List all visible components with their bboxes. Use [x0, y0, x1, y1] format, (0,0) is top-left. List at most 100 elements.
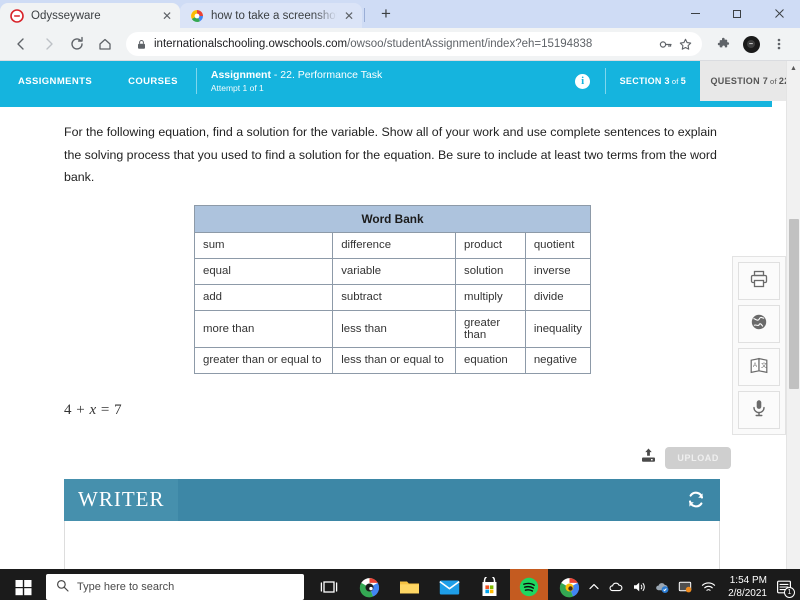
dictionary-icon: A 文: [749, 355, 769, 380]
question-prompt: For the following equation, find a solut…: [64, 125, 717, 185]
table-row: add subtract multiply divide: [193, 283, 592, 311]
windows-start-icon[interactable]: [0, 569, 46, 600]
task-view-icon[interactable]: [310, 569, 348, 600]
word-cell: less than: [332, 309, 457, 348]
upload-icon[interactable]: [640, 447, 657, 469]
question-of: of: [770, 76, 777, 86]
star-icon[interactable]: [679, 38, 692, 51]
writer-panel: WRITER: [64, 478, 720, 569]
table-row: greater than or equal to less than or eq…: [193, 346, 592, 374]
search-placeholder: Type here to search: [77, 581, 175, 593]
file-explorer-icon[interactable]: [390, 569, 428, 600]
question-indicator[interactable]: QUESTION 7 of 22: [700, 61, 800, 101]
minimize-button[interactable]: [674, 0, 716, 26]
cloud-sync-icon[interactable]: [655, 580, 669, 594]
maximize-restore-button[interactable]: [716, 0, 758, 26]
scroll-up-arrow[interactable]: ▲: [787, 61, 800, 75]
tab-title: Odysseyware: [31, 9, 101, 22]
new-tab-button[interactable]: +: [373, 1, 399, 27]
browser-tab-google-search[interactable]: how to take a screenshot - Goog ✕: [180, 3, 362, 28]
microsoft-store-icon[interactable]: [470, 569, 508, 600]
word-cell: subtract: [332, 283, 457, 311]
volume-icon[interactable]: [632, 580, 646, 594]
display-icon[interactable]: [678, 580, 692, 594]
equation-variable: x: [89, 401, 97, 418]
writer-textarea[interactable]: [64, 520, 720, 569]
odysseyware-icon: [10, 8, 24, 23]
search-input[interactable]: Type here to search: [46, 574, 304, 600]
word-cell: equal: [193, 257, 334, 285]
question-word: QUESTION: [710, 76, 760, 86]
taskbar-icons: [310, 569, 588, 600]
question-current: 7: [762, 76, 769, 86]
upload-row: UPLOAD: [64, 446, 731, 469]
action-center-icon[interactable]: 1: [776, 579, 795, 598]
taskbar-clock[interactable]: 1:54 PM 2/8/2021: [728, 574, 767, 600]
kebab-menu-icon[interactable]: [766, 31, 792, 57]
translate-globe-tool[interactable]: [738, 305, 780, 343]
writer-title: WRITER: [78, 487, 165, 512]
clock-date: 2/8/2021: [728, 588, 767, 599]
puzzle-icon[interactable]: [710, 31, 736, 57]
dictionary-tool[interactable]: A 文: [738, 348, 780, 386]
word-cell: difference: [332, 231, 457, 259]
writer-title-box: WRITER: [64, 478, 179, 521]
home-button[interactable]: [92, 31, 118, 57]
reload-button[interactable]: [64, 31, 90, 57]
word-cell: divide: [524, 283, 592, 311]
info-icon: i: [575, 73, 591, 89]
nav-assignments[interactable]: ASSIGNMENTS: [0, 61, 110, 101]
url-host: internationalschooling.owschools.com: [154, 38, 348, 50]
address-bar[interactable]: internationalschooling.owschools.com/ows…: [126, 32, 702, 56]
back-button[interactable]: [8, 31, 34, 57]
close-icon[interactable]: ✕: [344, 10, 354, 22]
browser-tab-strip: Odysseyware ✕ how to take a screenshot -…: [0, 0, 800, 28]
close-window-button[interactable]: [758, 0, 800, 26]
chrome-taskbar-icon[interactable]: [350, 569, 388, 600]
profile-avatar[interactable]: [738, 31, 764, 57]
page-scrollbar[interactable]: ▲: [786, 61, 800, 569]
word-cell: quotient: [524, 231, 592, 259]
section-of: of: [671, 76, 679, 86]
printer-icon: [749, 269, 769, 294]
microphone-icon: [749, 398, 769, 423]
word-cell: sum: [193, 231, 334, 259]
chrome-window-icon[interactable]: [550, 569, 588, 600]
assignment-name: - 22. Performance Task: [273, 69, 383, 81]
word-cell: inequality: [524, 309, 592, 348]
section-total: 5: [680, 76, 686, 86]
notification-count: 1: [784, 587, 795, 598]
forward-button[interactable]: [36, 31, 62, 57]
refresh-icon[interactable]: [686, 490, 706, 510]
print-tool[interactable]: [738, 262, 780, 300]
browser-tab-odysseyware[interactable]: Odysseyware ✕: [0, 3, 180, 28]
section-indicator[interactable]: SECTION 3 of 5: [606, 61, 700, 101]
equation-rhs: = 7: [100, 401, 123, 418]
wifi-icon[interactable]: [701, 580, 716, 594]
word-cell: variable: [332, 257, 457, 285]
spotify-icon[interactable]: [510, 569, 548, 600]
word-cell: negative: [524, 346, 592, 374]
tab-title: how to take a screenshot - Goog: [211, 9, 337, 22]
equation-lhs: 4 +: [64, 401, 86, 418]
info-button[interactable]: i: [561, 61, 605, 101]
tab-divider: [364, 8, 365, 22]
address-bar-url: internationalschooling.owschools.com/ows…: [154, 38, 652, 50]
table-row: equal variable solution inverse: [193, 257, 592, 285]
word-cell: solution: [455, 257, 526, 285]
svg-text:文: 文: [761, 361, 767, 369]
key-icon[interactable]: [659, 38, 672, 51]
browser-toolbar: internationalschooling.owschools.com/ows…: [0, 28, 800, 61]
text-to-speech-tool[interactable]: [738, 391, 780, 429]
word-cell: greater than or equal to: [193, 346, 334, 374]
nav-courses[interactable]: COURSES: [110, 61, 196, 101]
upload-button[interactable]: UPLOAD: [665, 446, 731, 469]
attempt-label: Attempt 1 of 1: [210, 83, 264, 93]
mail-icon[interactable]: [430, 569, 468, 600]
close-icon[interactable]: ✕: [162, 10, 172, 22]
onedrive-icon[interactable]: [609, 580, 623, 594]
word-cell: equation: [455, 346, 526, 374]
show-hidden-icons-chevron[interactable]: [588, 581, 600, 593]
window-controls: [674, 0, 800, 28]
scrollbar-thumb[interactable]: [789, 219, 799, 389]
